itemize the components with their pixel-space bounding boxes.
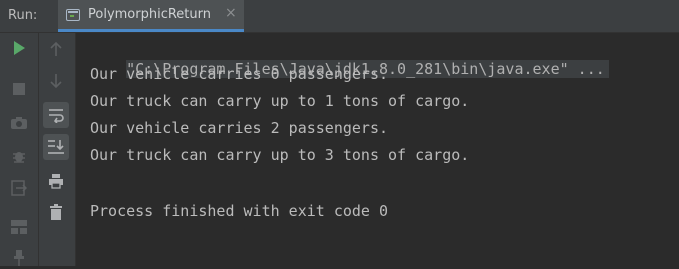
console-line: Our truck can carry up to 3 tons of carg… [90,146,470,164]
stop-icon[interactable] [8,78,30,100]
process-exit-line: Process finished with exit code 0 [90,202,389,220]
run-label: Run: [8,8,38,23]
layout-icon[interactable] [8,216,30,238]
exit-icon[interactable] [8,177,30,199]
console-output[interactable]: "C:\Program Files\Java\jdk1.8.0_281\bin\… [76,33,679,266]
console-controls-toolbar [39,33,76,266]
camera-icon[interactable] [8,112,30,134]
run-controls-toolbar [0,33,39,266]
print-icon[interactable] [45,170,67,192]
run-tab-label: PolymorphicReturn [88,7,211,22]
run-toolwindow-header: Run: PolymorphicReturn × [0,0,679,33]
scroll-to-end-icon[interactable] [43,134,69,160]
run-tab-polymorphicreturn[interactable]: PolymorphicReturn × [58,0,244,32]
soft-wrap-icon[interactable] [43,102,69,128]
down-arrow-icon[interactable] [45,70,67,92]
console-line: Our truck can carry up to 1 tons of carg… [90,92,470,110]
close-tab-icon[interactable]: × [225,5,237,21]
debug-icon[interactable] [8,145,30,167]
run-config-icon [66,9,80,21]
console-line: Our vehicle carries 0 passengers. [90,65,389,83]
console-line: Our vehicle carries 2 passengers. [90,119,389,137]
console-command-line: "C:\Program Files\Java\jdk1.8.0_281\bin\… [90,36,609,78]
rerun-icon[interactable] [8,37,30,59]
trash-icon[interactable] [45,201,67,223]
up-arrow-icon[interactable] [45,38,67,60]
